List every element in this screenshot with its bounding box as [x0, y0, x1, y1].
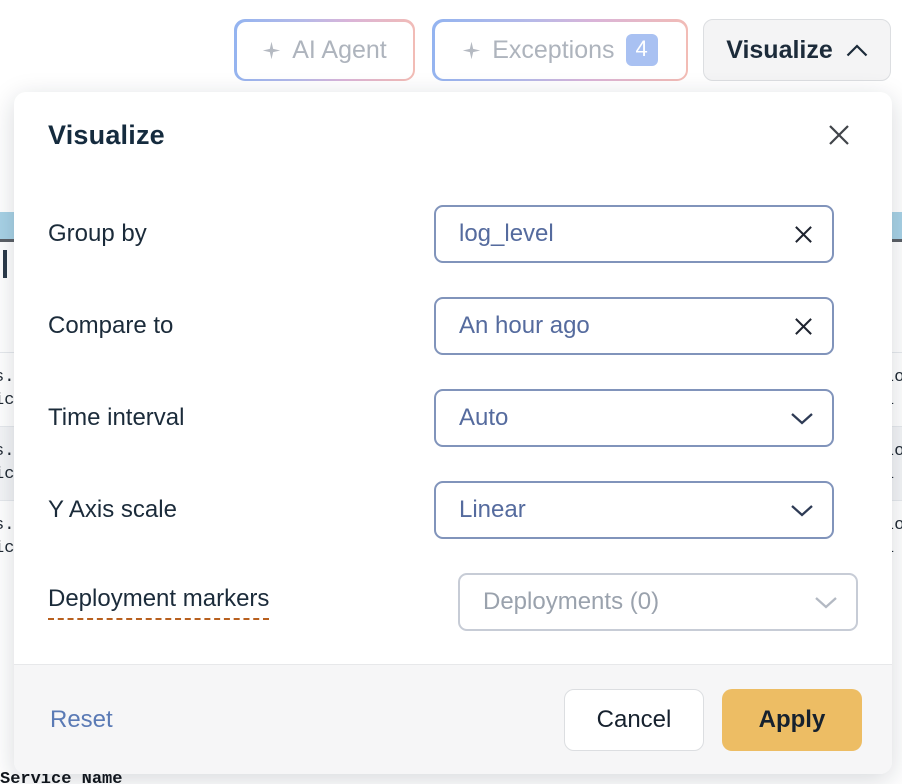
- form-row-time-interval: Time interval Auto: [48, 372, 858, 464]
- group-by-combobox[interactable]: log_level: [434, 205, 834, 263]
- deployment-markers-select[interactable]: Deployments (0): [458, 573, 858, 631]
- exceptions-label: Exceptions: [492, 35, 615, 64]
- sparkle-icon: [463, 41, 481, 59]
- dialog-body: Group by log_level Compare to An hour ag…: [14, 178, 892, 664]
- table-cell-service: s. ic: [0, 368, 15, 410]
- y-axis-scale-value: Linear: [459, 496, 526, 523]
- exceptions-button[interactable]: Exceptions 4: [432, 19, 688, 81]
- form-row-group-by: Group by log_level: [48, 188, 858, 280]
- chevron-down-icon: [791, 505, 813, 517]
- close-dialog-button[interactable]: [819, 115, 859, 155]
- y-axis-scale-select[interactable]: Linear: [434, 481, 834, 539]
- label-time-interval: Time interval: [48, 404, 185, 431]
- form-row-deployment-markers: Deployment markers Deployments (0): [48, 556, 858, 648]
- compare-to-value: An hour ago: [459, 312, 590, 339]
- chevron-up-icon: [846, 43, 868, 56]
- table-cell-service: s. ic: [0, 516, 15, 558]
- ai-agent-label: AI Agent: [292, 35, 387, 64]
- label-compare-to: Compare to: [48, 312, 174, 339]
- close-icon: [829, 125, 849, 145]
- ai-agent-button[interactable]: AI Agent: [234, 19, 415, 81]
- form-row-y-axis-scale: Y Axis scale Linear: [48, 464, 858, 556]
- dialog-title: Visualize: [48, 119, 165, 150]
- apply-button[interactable]: Apply: [722, 688, 862, 751]
- table-cell-service: s. ic: [0, 442, 15, 484]
- compare-to-combobox[interactable]: An hour ago: [434, 297, 834, 355]
- time-interval-value: Auto: [459, 404, 509, 431]
- dialog-header: Visualize: [14, 92, 892, 178]
- visualize-label: Visualize: [726, 35, 833, 64]
- deployment-markers-value: Deployments (0): [483, 588, 660, 615]
- background-chart-axis-tick-left: [3, 250, 7, 278]
- reset-button[interactable]: Reset: [50, 706, 113, 734]
- toolbar: AI Agent Exceptions 4 Visualize: [0, 0, 902, 92]
- group-by-value: log_level: [459, 220, 554, 247]
- clear-icon[interactable]: [793, 316, 814, 337]
- clear-icon[interactable]: [793, 224, 814, 245]
- exceptions-count-badge: 4: [625, 34, 658, 66]
- cancel-button[interactable]: Cancel: [564, 688, 704, 751]
- chevron-down-icon: [791, 413, 813, 425]
- time-interval-select[interactable]: Auto: [434, 389, 834, 447]
- sparkle-icon: [263, 41, 281, 59]
- label-y-axis-scale: Y Axis scale: [48, 496, 177, 523]
- visualize-dialog: Visualize Group by log_level Compare to: [14, 92, 892, 774]
- visualize-button[interactable]: Visualize: [703, 19, 891, 81]
- label-deployment-markers[interactable]: Deployment markers: [48, 585, 270, 620]
- form-row-compare-to: Compare to An hour ago: [48, 280, 858, 372]
- dialog-footer: Reset Cancel Apply: [14, 664, 892, 774]
- chevron-down-icon: [815, 597, 837, 609]
- label-group-by: Group by: [48, 220, 147, 247]
